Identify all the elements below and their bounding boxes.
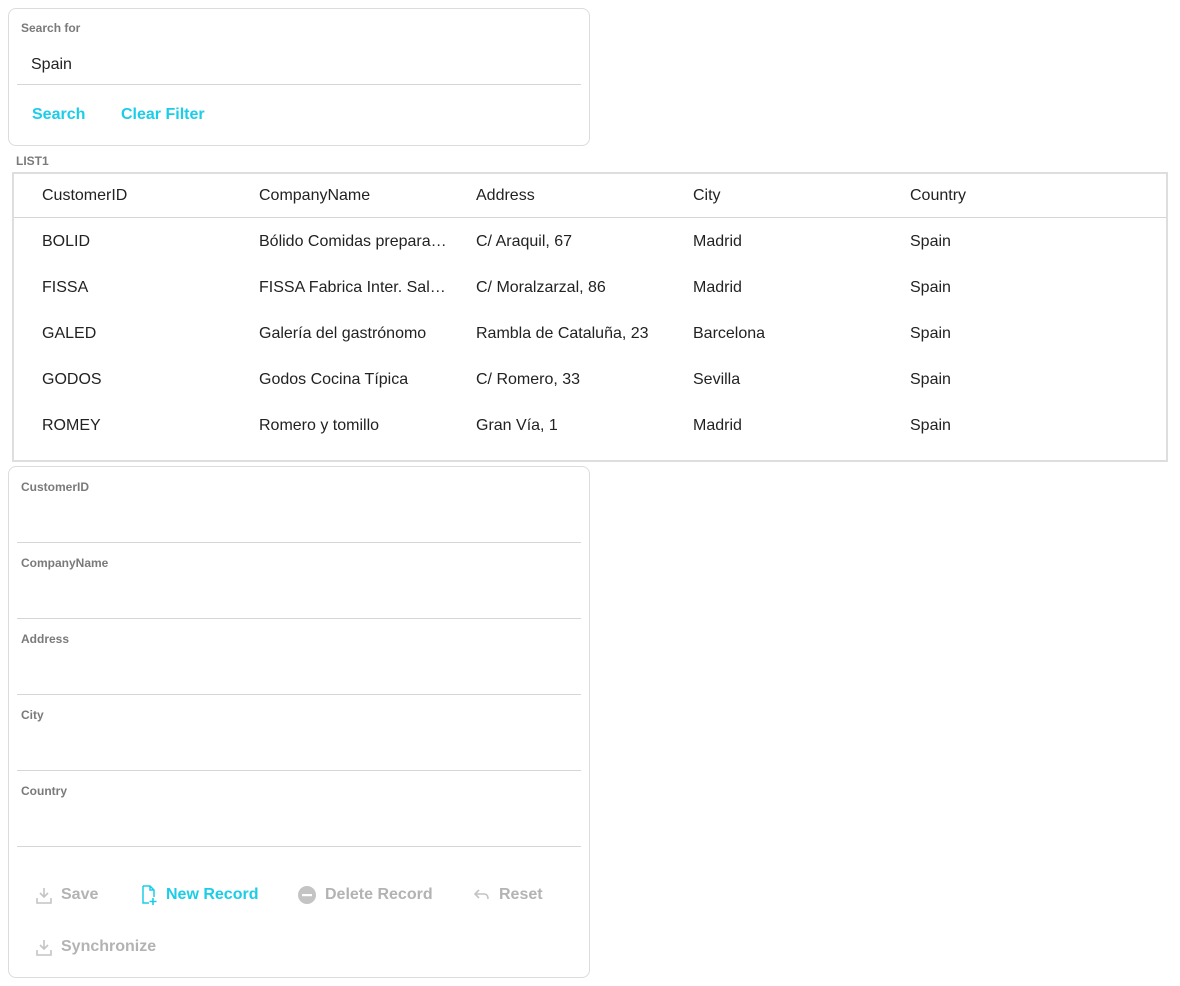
download-icon [35,937,53,957]
record-form: CustomerID CompanyName Address City Coun… [8,466,590,978]
address-label: Address [21,632,70,646]
undo-icon [473,885,491,905]
customerid-input[interactable] [17,497,581,543]
address-input[interactable] [17,649,581,695]
cell-address: Rambla de Cataluña, 23 [476,325,649,342]
new-document-icon [140,885,158,905]
customerid-field: CustomerID [17,467,581,543]
cell-customerid: GALED [42,325,97,342]
table-row[interactable]: GODOS Godos Cocina Típica C/ Romero, 33 … [14,358,1166,404]
city-label: City [21,708,44,722]
companyname-input[interactable] [17,573,581,619]
clear-filter-button[interactable]: Clear Filter [121,105,205,125]
new-record-button[interactable]: New Record [140,885,258,905]
minus-circle-icon [297,885,317,905]
column-header-customerid[interactable]: CustomerID [42,174,232,217]
cell-country: Spain [910,279,951,296]
save-icon [35,885,53,905]
reset-label: Reset [499,886,543,903]
cell-customerid: BOLID [42,233,91,250]
save-label: Save [61,886,99,903]
customer-grid: CustomerID CompanyName Address City Coun… [12,172,1168,462]
column-header-address[interactable]: Address [476,174,666,217]
companyname-label: CompanyName [21,556,109,570]
cell-country: Spain [910,371,951,388]
table-row[interactable]: GALED Galería del gastrónomo Rambla de C… [14,312,1166,358]
grid-header: CustomerID CompanyName Address City Coun… [14,174,1166,218]
synchronize-button[interactable]: Synchronize [35,937,156,957]
customerid-label: CustomerID [21,480,90,494]
cell-companyname: FISSA Fabrica Inter. Salchichas S.A. [259,279,449,296]
cell-city: Madrid [693,417,742,434]
delete-record-button[interactable]: Delete Record [297,885,433,905]
country-field: Country [17,771,581,847]
cell-customerid: FISSA [42,279,89,296]
cell-address: C/ Araquil, 67 [476,233,573,250]
cell-address: C/ Romero, 33 [476,371,581,388]
synchronize-label: Synchronize [61,938,157,955]
cell-customerid: GODOS [42,371,102,388]
cell-city: Madrid [693,233,742,250]
reset-button[interactable]: Reset [473,885,543,905]
save-button[interactable]: Save [35,885,98,905]
cell-customerid: ROMEY [42,417,101,434]
column-header-companyname[interactable]: CompanyName [259,174,449,217]
delete-record-label: Delete Record [325,886,433,903]
companyname-field: CompanyName [17,543,581,619]
address-field: Address [17,619,581,695]
cell-country: Spain [910,233,951,250]
country-input[interactable] [17,801,581,847]
cell-city: Madrid [693,279,742,296]
cell-city: Barcelona [693,325,766,342]
cell-companyname: Galería del gastrónomo [259,325,427,342]
cell-country: Spain [910,417,951,434]
cell-companyname: Romero y tomillo [259,417,380,434]
search-button[interactable]: Search [32,105,85,125]
city-field: City [17,695,581,771]
cell-city: Sevilla [693,371,741,388]
cell-country: Spain [910,325,951,342]
cell-address: Gran Vía, 1 [476,417,558,434]
cell-address: C/ Moralzarzal, 86 [476,279,606,296]
table-row[interactable]: ROMEY Romero y tomillo Gran Vía, 1 Madri… [14,404,1166,450]
search-for-label: Search for [21,21,81,35]
search-panel: Search for Search Clear Filter [8,8,590,146]
column-header-country[interactable]: Country [910,174,1100,217]
new-record-label: New Record [166,886,259,903]
cell-companyname: Godos Cocina Típica [259,371,409,388]
list-label: LIST1 [16,154,49,168]
table-row[interactable]: BOLID Bólido Comidas preparadas C/ Araqu… [14,220,1166,266]
table-row[interactable]: FISSA FISSA Fabrica Inter. Salchichas S.… [14,266,1166,312]
column-header-city[interactable]: City [693,174,883,217]
city-input[interactable] [17,725,581,771]
search-input[interactable] [17,45,581,85]
country-label: Country [21,784,67,798]
cell-companyname: Bólido Comidas preparadas [259,233,449,250]
